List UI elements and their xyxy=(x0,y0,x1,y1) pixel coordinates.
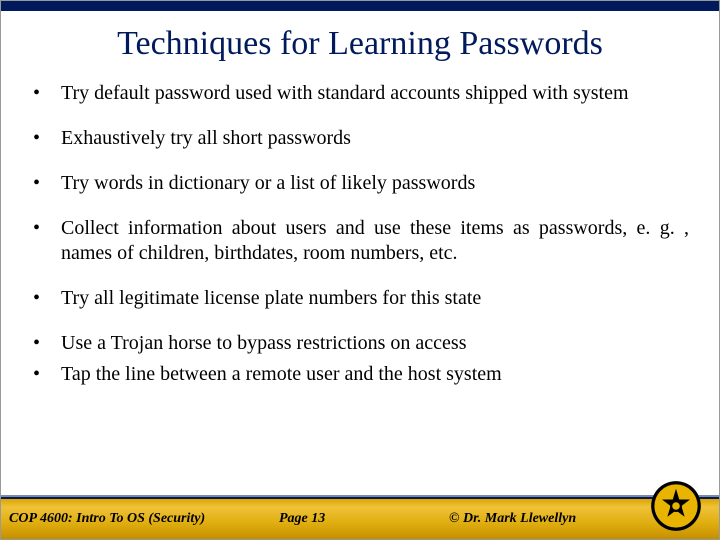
footer-copyright: © Dr. Mark Llewellyn xyxy=(449,511,576,527)
footer-course: COP 4600: Intro To OS (Security) xyxy=(9,511,279,527)
slide-title: Techniques for Learning Passwords xyxy=(1,25,719,63)
slide-content: Try default password used with standard … xyxy=(1,81,719,387)
bullet-item: Collect information about users and use … xyxy=(31,216,689,266)
footer-page: Page 13 xyxy=(279,511,449,527)
bullet-list: Try default password used with standard … xyxy=(31,81,689,387)
bullet-item: Use a Trojan horse to bypass restriction… xyxy=(31,331,689,356)
slide-footer: COP 4600: Intro To OS (Security) Page 13… xyxy=(1,497,719,539)
ucf-logo-icon xyxy=(649,479,703,533)
bullet-item: Try all legitimate license plate numbers… xyxy=(31,286,689,311)
bullet-item: Tap the line between a remote user and t… xyxy=(31,362,689,387)
bullet-item: Exhaustively try all short passwords xyxy=(31,126,689,151)
bullet-item: Try words in dictionary or a list of lik… xyxy=(31,171,689,196)
top-accent-bar xyxy=(1,1,719,11)
slide: Techniques for Learning Passwords Try de… xyxy=(0,0,720,540)
bullet-item: Try default password used with standard … xyxy=(31,81,689,106)
